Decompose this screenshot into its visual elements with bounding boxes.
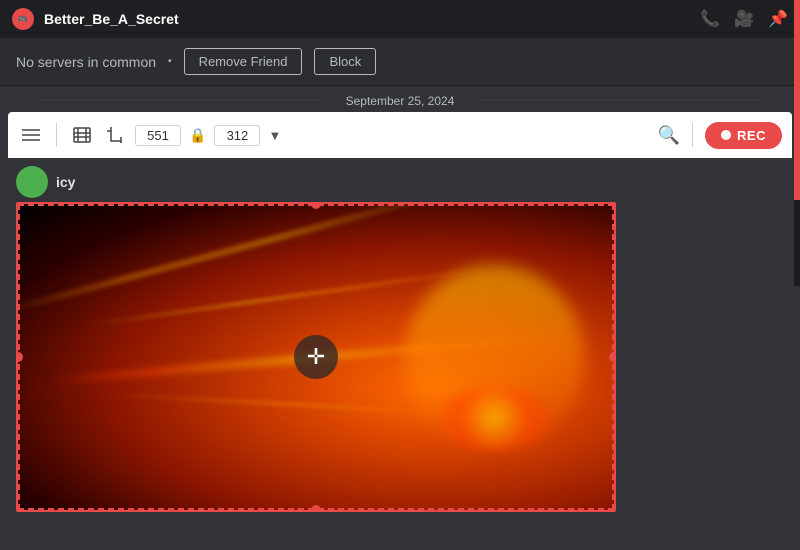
move-arrows-icon: ✛: [307, 346, 325, 368]
height-input[interactable]: [214, 125, 260, 146]
streak-1: [16, 202, 457, 315]
layout-icon-button[interactable]: [18, 124, 44, 146]
page-title: Better_Be_A_Secret: [44, 11, 690, 27]
handle-right-center[interactable]: [609, 352, 616, 362]
svg-text:🎮: 🎮: [18, 14, 28, 24]
dot-separator: •: [168, 56, 172, 67]
block-button[interactable]: Block: [314, 48, 376, 75]
username-label: icy: [56, 174, 75, 190]
toolbar-divider-1: [56, 123, 57, 147]
video-icon[interactable]: 🎥: [734, 9, 754, 29]
toolbar-bar: 🔒 ▼ 🔍 REC: [8, 112, 792, 158]
width-input[interactable]: [135, 125, 181, 146]
handle-bottom-center[interactable]: [311, 505, 321, 512]
rec-dot-icon: [721, 130, 731, 140]
captured-image: ✛: [16, 202, 616, 512]
chevron-down-icon[interactable]: ▼: [268, 128, 281, 143]
title-bar: 🎮 Better_Be_A_Secret 📞 🎥 📌: [0, 0, 800, 38]
move-cursor-icon[interactable]: ✛: [294, 335, 338, 379]
user-avatar: [16, 166, 48, 198]
pin-icon[interactable]: 📌: [768, 9, 788, 29]
title-bar-icons: 📞 🎥 📌: [700, 9, 788, 29]
red-strip: [794, 0, 800, 200]
streak-4: [108, 394, 465, 415]
toolbar-divider-2: [692, 123, 693, 147]
streak-6: [435, 388, 554, 449]
content-area: September 25, 2024: [0, 86, 800, 550]
no-servers-label: No servers in common: [16, 54, 156, 70]
rec-label: REC: [737, 128, 766, 143]
date-separator: September 25, 2024: [0, 86, 800, 112]
remove-friend-button[interactable]: Remove Friend: [184, 48, 303, 75]
message-area: icy: [0, 158, 800, 550]
call-icon[interactable]: 📞: [700, 9, 720, 29]
avatar: 🎮: [12, 8, 34, 30]
subheader: No servers in common • Remove Friend Blo…: [0, 38, 800, 86]
frame-icon-button[interactable]: [69, 123, 95, 147]
crop-icon-button[interactable]: [103, 123, 127, 147]
date-text: September 25, 2024: [346, 94, 455, 108]
lock-icon: 🔒: [189, 127, 206, 144]
search-icon[interactable]: 🔍: [658, 125, 680, 146]
avatar-row: icy: [8, 158, 792, 202]
rec-button[interactable]: REC: [705, 122, 782, 149]
image-container[interactable]: ✛: [16, 202, 616, 512]
